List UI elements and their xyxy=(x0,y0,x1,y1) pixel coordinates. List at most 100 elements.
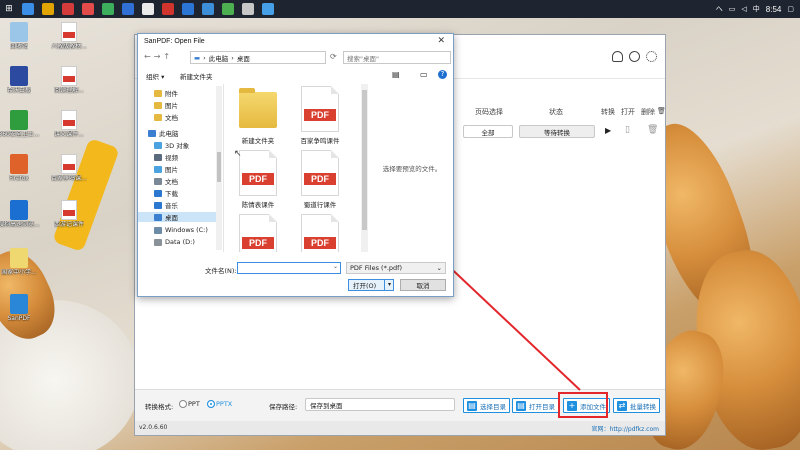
format-ppt-option[interactable]: PPT xyxy=(179,400,200,408)
volume-icon[interactable]: ◁ xyxy=(741,5,746,13)
tree-item[interactable]: 文档 xyxy=(154,112,178,122)
pdf-file-item[interactable]: PDF xyxy=(290,214,350,252)
page-fold xyxy=(331,214,339,222)
tree-item[interactable]: 图片 xyxy=(154,164,178,174)
tree-item[interactable]: 视频 xyxy=(154,152,178,162)
notification-icon[interactable]: ▢ xyxy=(787,5,794,13)
organize-menu[interactable]: 组织 ▾ xyxy=(146,71,164,81)
tree-item[interactable]: 3D 对象 xyxy=(154,140,189,150)
radio-pptx[interactable] xyxy=(207,400,215,408)
tree-item[interactable]: Windows (C:) xyxy=(154,226,208,234)
user-icon[interactable] xyxy=(629,51,640,62)
headset-icon[interactable] xyxy=(612,51,623,62)
taskbar-app-icon[interactable] xyxy=(102,3,114,15)
tree-scrollbar[interactable] xyxy=(216,86,222,250)
tray-expand-icon[interactable]: へ xyxy=(716,4,723,14)
folder-icon xyxy=(154,113,162,121)
close-icon[interactable]: ✕ xyxy=(437,36,445,46)
ime-indicator[interactable]: 中 xyxy=(753,4,760,14)
pdf-file-icon: PDF xyxy=(239,150,277,196)
taskbar-app-icon[interactable] xyxy=(222,3,234,15)
search-input[interactable]: 搜索"桌面" xyxy=(343,51,451,64)
file-name: 新建文件夹 xyxy=(241,137,275,145)
taskbar-app-icon[interactable] xyxy=(122,3,134,15)
filetype-select[interactable]: PDF Files (*.pdf) ⌄ xyxy=(346,262,446,274)
tree-item[interactable]: Data (D:) xyxy=(154,238,195,246)
folder-item[interactable]: 新建文件夹 xyxy=(228,86,288,145)
file-name: 陈情表课件 xyxy=(241,201,275,209)
recycle-bin-icon xyxy=(10,22,28,42)
gear-icon[interactable] xyxy=(646,51,657,62)
trash-header-icon[interactable]: 🗑 xyxy=(657,107,666,115)
files-scrollbar[interactable] xyxy=(361,84,368,252)
desktop-icon-label: 搜狗高速浏览... xyxy=(0,221,40,228)
batch-convert-button[interactable]: ⇄ 批量转换 xyxy=(613,398,660,413)
address-bar[interactable]: ▬ › 此电脑 › 桌面 xyxy=(190,51,326,64)
open-dir-label: 打开目录 xyxy=(529,402,555,411)
tree-item[interactable]: 此电脑 xyxy=(148,128,179,138)
open-dir-button[interactable]: ▤ 打开目录 xyxy=(512,398,559,413)
pdf-file-item[interactable]: PDF xyxy=(228,214,288,252)
desktop-icon[interactable]: 百家争鸣课... xyxy=(40,154,98,182)
back-arrow-icon[interactable]: ← xyxy=(144,52,154,61)
taskbar-app-icon[interactable] xyxy=(182,3,194,15)
desktop-icon[interactable]: 讲义课件... xyxy=(40,110,98,138)
breadcrumb-pc[interactable]: 此电脑 xyxy=(209,53,229,63)
folder-icon xyxy=(154,177,162,185)
help-icon[interactable]: ? xyxy=(438,70,447,79)
tree-item[interactable]: 下载 xyxy=(154,188,178,198)
up-arrow-icon[interactable]: ↑ xyxy=(163,52,173,61)
delete-row-icon[interactable]: 🗑 xyxy=(647,125,658,135)
taskbar-app-icon[interactable] xyxy=(242,3,254,15)
tree-item[interactable]: 桌面 xyxy=(138,212,216,222)
taskbar-app-icon[interactable] xyxy=(62,3,74,15)
desktop-icon[interactable]: 人教版教材... xyxy=(40,22,98,50)
tree-item[interactable]: 附件 xyxy=(154,88,178,98)
tree-item[interactable]: 音乐 xyxy=(154,200,178,210)
desktop-icon[interactable]: 阅读理解... xyxy=(40,66,98,94)
app-icon xyxy=(10,66,28,86)
tree-item[interactable]: 文档 xyxy=(154,176,178,186)
open-file-icon[interactable]: ▯ xyxy=(625,125,630,135)
pdf-file-item[interactable]: PDF 百家争鸣课件 xyxy=(290,86,350,145)
forward-arrow-icon[interactable]: → xyxy=(154,52,164,61)
open-split-dropdown[interactable]: ▾ xyxy=(384,279,394,291)
tree-scroll-thumb[interactable] xyxy=(217,152,221,182)
desktop-icon[interactable]: 西游记课件 xyxy=(40,200,98,228)
taskbar-app-icon[interactable] xyxy=(82,3,94,15)
taskbar-app-icon[interactable] xyxy=(262,3,274,15)
tree-item[interactable]: 图片 xyxy=(154,100,178,110)
taskbar-app-icon[interactable] xyxy=(42,3,54,15)
refresh-icon[interactable]: ⟳ xyxy=(330,52,337,61)
breadcrumb-desktop[interactable]: 桌面 xyxy=(237,53,250,63)
convert-play-icon[interactable]: ▶ xyxy=(605,126,611,135)
windows-start-icon[interactable]: ⊞ xyxy=(0,0,18,18)
chevron-down-icon[interactable]: ⌄ xyxy=(331,263,340,273)
view-options-icon[interactable]: ▤ xyxy=(392,70,400,79)
format-pptx-option[interactable]: PPTX xyxy=(207,400,232,408)
website-link[interactable]: 官网：http://pdfkz.com xyxy=(592,424,659,433)
page-range-field[interactable]: 全部 xyxy=(463,125,513,138)
taskbar-app-icon[interactable] xyxy=(162,3,174,15)
batch-convert-label: 批量转换 xyxy=(630,402,656,411)
pdf-badge: PDF xyxy=(304,109,336,121)
files-scroll-thumb[interactable] xyxy=(362,90,367,230)
choose-dir-button[interactable]: ▤ 选择目录 xyxy=(463,398,510,413)
pdf-file-item[interactable]: PDF 蜀道行课件 xyxy=(290,150,350,209)
preview-pane-icon[interactable]: ▭ xyxy=(420,70,428,79)
taskbar-app-icon[interactable] xyxy=(22,3,34,15)
desktop-icon[interactable]: SanPDF xyxy=(0,294,48,322)
pdf-file-icon: PDF xyxy=(301,86,339,132)
radio-ppt[interactable] xyxy=(179,400,187,408)
desktop-icon[interactable]: 国家中小学... xyxy=(0,248,48,276)
pc-icon: ▬ xyxy=(194,53,201,62)
desktop-icon-label: SanPDF xyxy=(7,315,31,322)
clock[interactable]: 8:54 xyxy=(766,5,782,14)
cancel-button[interactable]: 取消 xyxy=(400,279,446,291)
taskbar-app-icon[interactable] xyxy=(202,3,214,15)
file-name: 蜀道行课件 xyxy=(303,201,337,209)
taskbar-app-icon[interactable] xyxy=(142,3,154,15)
network-icon[interactable]: ▭ xyxy=(729,5,736,13)
filename-input[interactable] xyxy=(237,262,341,274)
new-folder-button[interactable]: 新建文件夹 xyxy=(180,71,213,81)
